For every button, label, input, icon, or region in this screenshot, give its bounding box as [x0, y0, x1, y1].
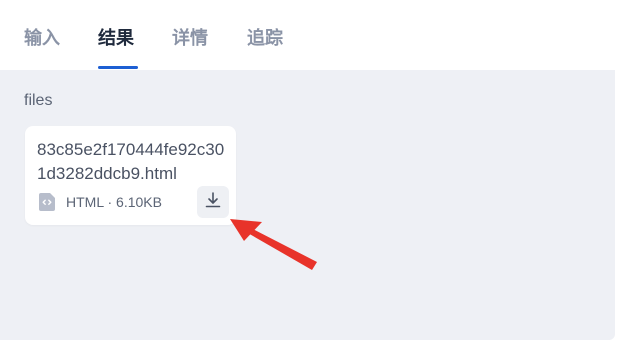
tab-details[interactable]: 详情	[172, 24, 208, 52]
result-panel: files 83c85e2f170444fe92c301d3282ddcb9.h…	[0, 70, 615, 340]
active-tab-indicator	[98, 66, 138, 69]
file-name: 83c85e2f170444fe92c301d3282ddcb9.html	[37, 140, 225, 183]
file-meta-text: HTML · 6.10KB	[66, 194, 162, 210]
tab-result[interactable]: 结果	[98, 24, 134, 52]
download-icon	[204, 191, 222, 214]
tab-trace[interactable]: 追踪	[247, 24, 283, 52]
tab-input[interactable]: 输入	[24, 24, 60, 52]
html-file-icon	[39, 193, 55, 211]
file-card[interactable]: 83c85e2f170444fe92c301d3282ddcb9.html HT…	[25, 126, 236, 225]
file-meta: HTML · 6.10KB	[39, 192, 162, 212]
page: 输入 结果 详情 追踪 files 83c85e2f170444fe92c301…	[0, 0, 617, 342]
section-title: files	[24, 92, 53, 109]
tab-bar: 输入 结果 详情 追踪	[0, 0, 617, 70]
download-button[interactable]	[197, 186, 229, 218]
